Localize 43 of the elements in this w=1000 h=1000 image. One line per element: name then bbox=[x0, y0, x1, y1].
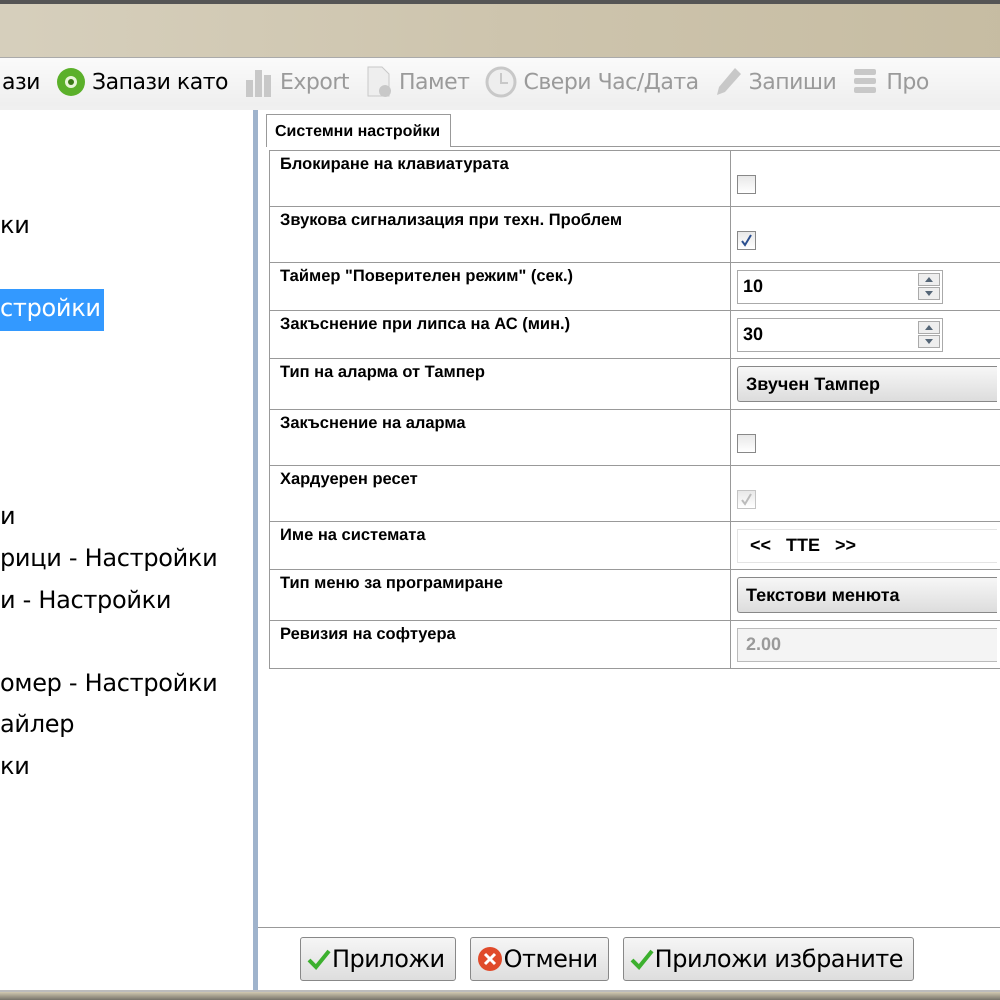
action-button[interactable]: Приложи избраните bbox=[622, 937, 914, 981]
input-field: 2.00 bbox=[737, 628, 997, 662]
pencil-icon bbox=[714, 66, 743, 98]
spin-up-icon[interactable] bbox=[918, 321, 940, 334]
setting-label: Ревизия на софтуера bbox=[270, 621, 731, 668]
setting-label: Закъснение на аларма bbox=[270, 410, 731, 465]
tree-item[interactable]: и bbox=[0, 497, 18, 539]
document-gear-icon bbox=[365, 66, 393, 98]
checkbox[interactable] bbox=[737, 231, 756, 250]
toolbar-button[interactable]: ази bbox=[2, 70, 40, 94]
dropdown[interactable]: Звучен Тампер bbox=[737, 366, 997, 402]
checkbox[interactable] bbox=[737, 434, 756, 453]
action-button[interactable]: Отмени bbox=[470, 937, 609, 981]
setting-label: Таймер "Поверителен режим" (сек.) bbox=[270, 263, 731, 310]
checkbox[interactable] bbox=[737, 175, 756, 194]
check-icon bbox=[307, 948, 331, 970]
setting-label: Име на системата bbox=[270, 522, 731, 569]
ring-icon bbox=[56, 67, 86, 97]
tree-item[interactable]: айлер bbox=[0, 705, 78, 747]
input-field[interactable]: << TTE >> bbox=[737, 528, 997, 562]
tree-item[interactable]: ки bbox=[0, 746, 32, 788]
setting-label: Хардуерен ресет bbox=[270, 466, 731, 521]
spin-down-icon[interactable] bbox=[918, 335, 940, 348]
setting-label: Блокиране на клавиатурата bbox=[270, 151, 731, 206]
setting-label: Тип меню за програмиране bbox=[270, 570, 731, 620]
tree-item[interactable]: рици - Настройки bbox=[0, 538, 220, 581]
number-field[interactable]: 10 bbox=[737, 270, 943, 304]
spin-up-icon[interactable] bbox=[918, 273, 940, 286]
toolbar-button[interactable]: Запази като bbox=[56, 67, 228, 97]
dropdown[interactable]: Текстови менюта bbox=[737, 577, 997, 613]
tab[interactable]: Системни настройки bbox=[266, 114, 452, 147]
action-button[interactable]: Приложи bbox=[300, 937, 456, 981]
clock-icon bbox=[485, 66, 518, 98]
setting-label: Закъснение при липса на АС (мин.) bbox=[270, 311, 731, 358]
tree-item[interactable]: ки bbox=[0, 206, 32, 248]
tree-item[interactable]: и - Настройки bbox=[0, 580, 174, 622]
check-icon bbox=[630, 948, 654, 970]
tree-item[interactable]: омер - Настройки bbox=[0, 664, 220, 706]
number-field[interactable]: 30 bbox=[737, 318, 943, 352]
spin-down-icon[interactable] bbox=[918, 287, 940, 300]
setting-label: Звукова сигнализация при техн. Проблем bbox=[270, 207, 731, 262]
cancel-icon bbox=[476, 946, 503, 972]
setting-label: Тип на аларма от Тампер bbox=[270, 359, 731, 409]
